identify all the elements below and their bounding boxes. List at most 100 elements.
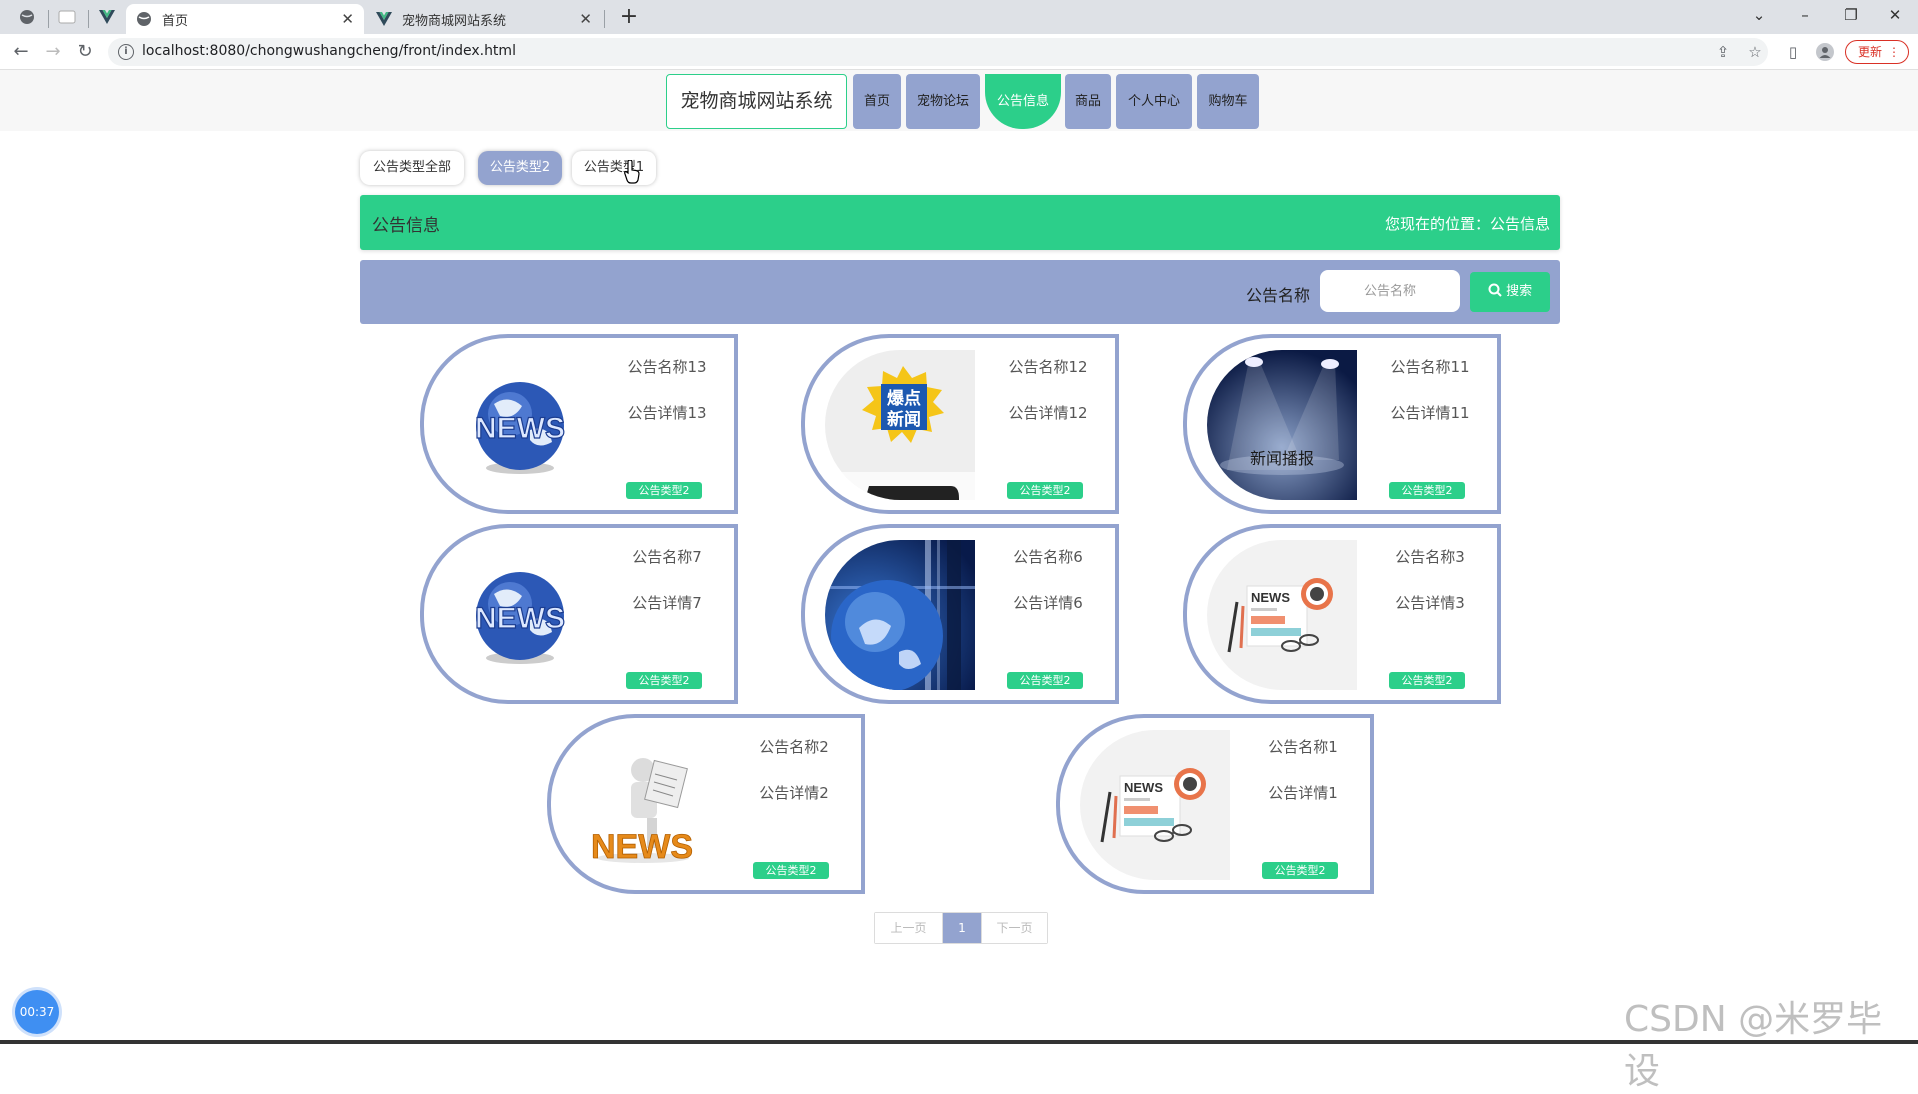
svg-text:NEWS: NEWS <box>475 602 565 635</box>
filter-chip-type2[interactable]: 公告类型2 <box>478 151 562 185</box>
card-name: 公告名称13 <box>627 358 707 376</box>
newspaper-glasses-image: NEWS <box>1207 540 1357 690</box>
card-name: 公告名称6 <box>1013 548 1083 566</box>
filter-chip-type1[interactable]: 公告类型1 <box>572 151 656 185</box>
notice-card[interactable]: 新闻播报 公告名称11 公告详情11 公告类型2 <box>1183 334 1501 514</box>
vue-icon <box>376 11 392 27</box>
tab-shop[interactable]: 宠物商城网站系统 ✕ <box>366 4 602 34</box>
card-name: 公告名称3 <box>1395 548 1465 566</box>
tab-title: 宠物商城网站系统 <box>402 13 507 29</box>
search-bar: 公告名称 搜索 <box>360 260 1560 324</box>
pagination: 上一页 1 下一页 <box>874 912 1048 944</box>
card-type-badge: 公告类型2 <box>1007 672 1083 689</box>
search-button[interactable]: 搜索 <box>1470 272 1550 312</box>
card-name: 公告名称2 <box>759 738 829 756</box>
close-icon[interactable]: ✕ <box>579 10 592 28</box>
site-header: 宠物商城网站系统 首页 宠物论坛 公告信息 商品 个人中心 购物车 <box>0 70 1918 131</box>
notice-card[interactable]: NEWS 公告名称2 公告详情2 公告类型2 <box>547 714 865 894</box>
search-icon <box>1488 283 1506 299</box>
minimize-icon[interactable]: – <box>1782 4 1828 28</box>
svg-text:NEWS: NEWS <box>475 412 565 445</box>
card-detail: 公告详情3 <box>1395 594 1465 612</box>
nav-notice[interactable]: 公告信息 <box>985 74 1061 129</box>
card-type-badge: 公告类型2 <box>1007 482 1083 499</box>
globe-icon <box>136 11 152 27</box>
card-type-badge: 公告类型2 <box>626 672 702 689</box>
info-icon[interactable]: i <box>118 44 134 60</box>
sidepanel-icon[interactable]: ▯ <box>1784 43 1802 61</box>
notice-card[interactable]: NEWS 公告名称3 公告详情3 公告类型2 <box>1183 524 1501 704</box>
notice-card[interactable]: NEWS 公告名称7 公告详情7 公告类型2 <box>420 524 738 704</box>
window-close-icon[interactable]: ✕ <box>1872 4 1918 28</box>
card-name: 公告名称12 <box>1008 358 1088 376</box>
card-type-badge: 公告类型2 <box>1389 482 1465 499</box>
star-icon[interactable]: ☆ <box>1746 43 1764 61</box>
explosive-news-image: 爆点 新闻 <box>825 350 975 500</box>
breadcrumb: 您现在的位置：公告信息 <box>1384 215 1550 233</box>
card-detail: 公告详情7 <box>632 594 702 612</box>
earth-broadcast-image <box>825 540 975 690</box>
browser-tab-bar: 首页 ✕ 宠物商城网站系统 ✕ + ⌄ – ❐ ✕ <box>0 0 1918 34</box>
address-input[interactable]: i localhost:8080/chongwushangcheng/front… <box>108 38 1768 66</box>
svg-text:新闻: 新闻 <box>887 409 921 430</box>
tab-home[interactable]: 首页 ✕ <box>126 4 364 34</box>
notice-card[interactable]: NEWS 公告名称13 公告详情13 公告类型2 <box>420 334 738 514</box>
svg-text:NEWS: NEWS <box>1124 780 1163 795</box>
taskbar-edge <box>0 1040 1918 1044</box>
recording-timer[interactable]: 00:37 <box>15 990 59 1034</box>
spotlight-stage-image: 新闻播报 <box>1207 350 1357 500</box>
notice-card[interactable]: NEWS 公告名称1 公告详情1 公告类型2 <box>1056 714 1374 894</box>
image-caption: 新闻播报 <box>1250 449 1314 468</box>
close-icon[interactable]: ✕ <box>341 10 354 28</box>
nav-cart[interactable]: 购物车 <box>1197 74 1259 129</box>
more-icon: ⋮ <box>1888 45 1900 59</box>
new-tab-button[interactable]: + <box>616 5 642 31</box>
svg-text:爆点: 爆点 <box>887 388 921 409</box>
notice-card[interactable]: 公告名称6 公告详情6 公告类型2 <box>801 524 1119 704</box>
nav-user-center[interactable]: 个人中心 <box>1116 74 1192 129</box>
card-detail: 公告详情1 <box>1268 784 1338 802</box>
reload-icon[interactable]: ↻ <box>73 40 97 64</box>
page-number-button[interactable]: 1 <box>943 913 981 943</box>
restore-icon[interactable]: ❐ <box>1828 4 1874 28</box>
card-type-badge: 公告类型2 <box>1389 672 1465 689</box>
card-detail: 公告详情6 <box>1013 594 1083 612</box>
card-name: 公告名称11 <box>1390 358 1470 376</box>
news-globe-image: NEWS <box>444 350 594 500</box>
address-bar-row: ← → ↻ i localhost:8080/chongwushangcheng… <box>0 34 1918 70</box>
card-type-badge: 公告类型2 <box>753 862 829 879</box>
notice-card[interactable]: 爆点 新闻 公告名称12 公告详情12 公告类型2 <box>801 334 1119 514</box>
news-globe-image: NEWS <box>444 540 594 690</box>
profile-icon[interactable] <box>1816 43 1834 61</box>
card-detail: 公告详情11 <box>1390 404 1470 422</box>
filter-chip-all[interactable]: 公告类型全部 <box>360 151 464 185</box>
search-label: 公告名称 <box>1246 286 1311 305</box>
hand-cursor-icon <box>624 160 640 184</box>
blank-page-icon[interactable] <box>50 4 84 30</box>
back-icon[interactable]: ← <box>9 40 33 64</box>
nav-home[interactable]: 首页 <box>853 74 901 129</box>
search-input[interactable] <box>1320 270 1460 312</box>
site-brand[interactable]: 宠物商城网站系统 <box>666 74 847 129</box>
card-type-badge: 公告类型2 <box>1262 862 1338 879</box>
man-reading-news-image: NEWS <box>571 730 721 880</box>
card-detail: 公告详情13 <box>627 404 707 422</box>
card-detail: 公告详情12 <box>1008 404 1088 422</box>
newspaper-glasses-image: NEWS <box>1080 730 1230 880</box>
section-title: 公告信息 <box>372 216 440 236</box>
svg-text:NEWS: NEWS <box>591 828 693 866</box>
card-name: 公告名称7 <box>632 548 702 566</box>
tab-search-icon[interactable]: ⌄ <box>1736 4 1782 28</box>
card-detail: 公告详情2 <box>759 784 829 802</box>
prev-page-button[interactable]: 上一页 <box>875 913 943 943</box>
vue-icon[interactable] <box>90 4 124 30</box>
card-name: 公告名称1 <box>1268 738 1338 756</box>
share-icon[interactable]: ⇪ <box>1714 43 1732 61</box>
forward-icon[interactable]: → <box>41 40 65 64</box>
nav-goods[interactable]: 商品 <box>1065 74 1111 129</box>
card-type-badge: 公告类型2 <box>626 482 702 499</box>
update-button[interactable]: 更新 ⋮ <box>1845 40 1909 64</box>
next-page-button[interactable]: 下一页 <box>981 913 1047 943</box>
nav-forum[interactable]: 宠物论坛 <box>906 74 980 129</box>
globe-icon[interactable] <box>10 4 44 30</box>
